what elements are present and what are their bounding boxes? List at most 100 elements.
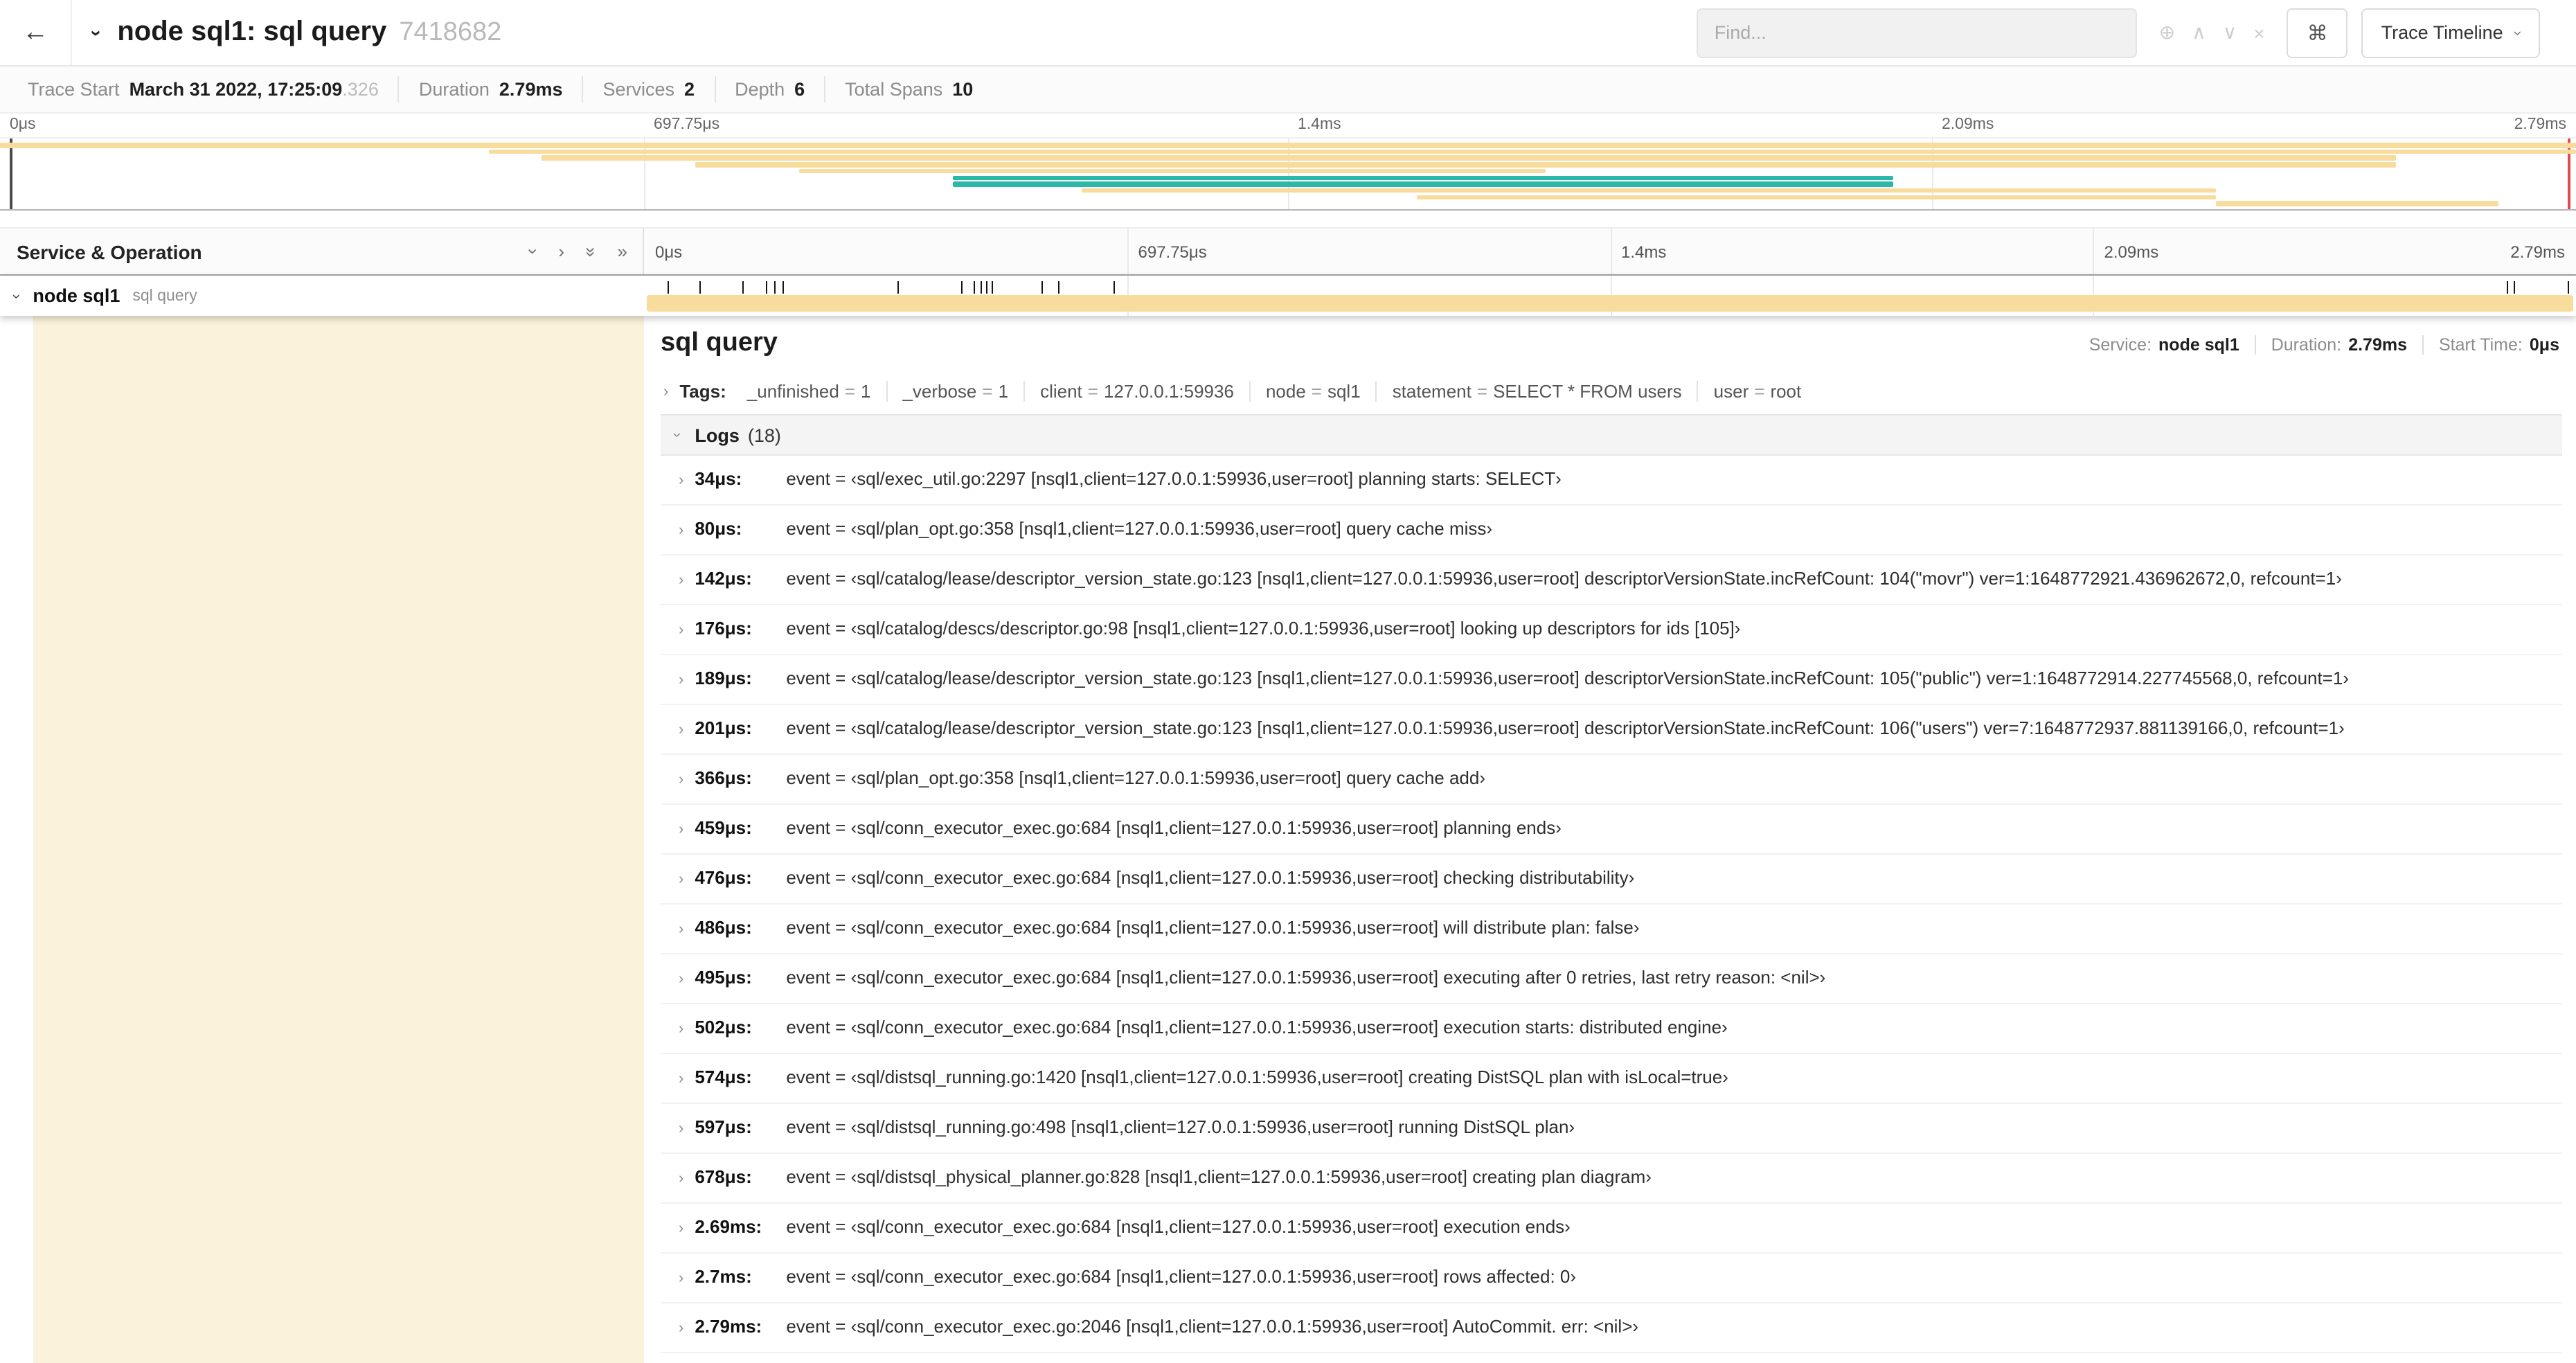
- span-row[interactable]: › node sql1 sql query: [0, 276, 2576, 316]
- minimap-ruler-label: 0μs: [10, 116, 36, 133]
- log-row[interactable]: › 486μs: event = ‹sql/conn_executor_exec.g…: [661, 905, 2562, 954]
- back-button[interactable]: ←: [0, 0, 72, 65]
- tag-key: client: [1040, 381, 1082, 402]
- span-detail-title: sql query: [661, 328, 778, 357]
- expand-one-icon[interactable]: ›: [558, 241, 564, 262]
- log-row[interactable]: › 678μs: event = ‹sql/distsql_physical_pla…: [661, 1154, 2562, 1204]
- trace-stat-item: Trace Start March 31 2022, 17:25:09.326: [8, 76, 398, 103]
- span-meta-item: Duration: 2.79ms: [2254, 335, 2407, 355]
- log-timestamp: 189μs:: [695, 668, 752, 688]
- minimap-span-bar: [798, 168, 1546, 174]
- minimap-ruler-label: 1.4ms: [1298, 116, 1341, 133]
- logs-footer-note: Log timestamps are relative to the start…: [661, 1353, 2562, 1363]
- locate-icon[interactable]: ⊕: [2151, 21, 2183, 44]
- stat-suffix: .326: [342, 79, 379, 100]
- log-event-tick: [699, 281, 701, 294]
- log-message: event = ‹sql/catalog/lease/descriptor_ve…: [786, 668, 2350, 688]
- chevron-right-icon: ›: [679, 871, 684, 888]
- log-row[interactable]: › 476μs: event = ‹sql/conn_executor_exec.g…: [661, 855, 2562, 905]
- span-meta-item: Service: node sql1: [2089, 335, 2239, 355]
- minimap-canvas[interactable]: [0, 137, 2576, 211]
- log-message: event = ‹sql/conn_executor_exec.go:684 […: [786, 967, 1826, 988]
- span-service-name: node sql1: [33, 285, 120, 306]
- trace-title-text: node sql1: sql query: [117, 17, 387, 47]
- log-row[interactable]: › 80μs: event = ‹sql/plan_opt.go:358 [nsql…: [661, 506, 2562, 555]
- log-row[interactable]: › 597μs: event = ‹sql/distsql_running.go:4…: [661, 1104, 2562, 1154]
- view-selector-label: Trace Timeline: [2381, 22, 2503, 43]
- minimap-ruler: 0μs 697.75μs 1.4ms 2.09ms 2.79ms: [0, 114, 2576, 137]
- span-duration-bar[interactable]: [647, 295, 2573, 312]
- log-row[interactable]: › 2.79ms: event = ‹sql/conn_executor_exec.…: [661, 1303, 2562, 1353]
- log-row[interactable]: › 142μs: event = ‹sql/catalog/lease/descri…: [661, 555, 2562, 605]
- log-row[interactable]: › 176μs: event = ‹sql/catalog/descs/descri…: [661, 605, 2562, 655]
- span-track[interactable]: [644, 276, 2576, 316]
- keyboard-shortcuts-button[interactable]: ⌘: [2287, 8, 2348, 57]
- log-row[interactable]: › 574μs: event = ‹sql/distsql_running.go:1…: [661, 1054, 2562, 1104]
- chevron-right-icon: ›: [679, 522, 684, 539]
- trace-expand-chevron-icon[interactable]: ›: [87, 29, 109, 35]
- chevron-right-icon: ›: [679, 1170, 684, 1187]
- trace-stat-item: Duration 2.79ms: [397, 76, 582, 103]
- log-message: event = ‹sql/conn_executor_exec.go:684 […: [786, 1216, 1571, 1237]
- collapse-all-icon[interactable]: »: [580, 247, 601, 256]
- back-arrow-icon: ←: [22, 17, 48, 46]
- log-message: event = ‹sql/distsql_running.go:498 [nsq…: [786, 1116, 1575, 1137]
- service-operation-header: Service & Operation › › » »: [0, 229, 644, 274]
- prev-result-icon[interactable]: ∧: [2183, 21, 2215, 44]
- trace-stat-item: Services 2: [582, 76, 715, 103]
- log-message: event = ‹sql/catalog/lease/descriptor_ve…: [786, 568, 2342, 589]
- log-row[interactable]: › 189μs: event = ‹sql/catalog/lease/descri…: [661, 655, 2562, 705]
- log-row[interactable]: › 366μs: event = ‹sql/plan_opt.go:358 [nsq…: [661, 755, 2562, 805]
- tag-key: _unfinished: [746, 381, 839, 402]
- tag-value: sql1: [1327, 381, 1361, 402]
- minimap-span-bar: [953, 181, 1894, 187]
- log-row[interactable]: › 2.7ms: event = ‹sql/conn_executor_exec.g…: [661, 1254, 2562, 1303]
- chevron-down-icon[interactable]: ›: [8, 293, 25, 298]
- find-input[interactable]: [1696, 8, 2137, 57]
- log-row[interactable]: › 2.69ms: event = ‹sql/conn_executor_exec.…: [661, 1204, 2562, 1254]
- meta-value: 2.79ms: [2348, 335, 2407, 355]
- tags-row[interactable]: › Tags: _unfinished = 1 _verbose = 1 client = 12…: [661, 368, 2562, 414]
- span-name-cell[interactable]: › node sql1 sql query: [0, 276, 644, 316]
- expand-all-icon[interactable]: »: [618, 241, 628, 262]
- log-timestamp: 2.79ms:: [695, 1316, 762, 1337]
- meta-label: Duration:: [2271, 335, 2342, 355]
- trace-view-selector[interactable]: Trace Timeline ›: [2361, 8, 2540, 57]
- span-meta-item: Start Time: 0μs: [2422, 335, 2559, 355]
- log-event-tick: [766, 281, 768, 294]
- span-operation-name: sql query: [132, 287, 197, 304]
- meta-value: 0μs: [2529, 335, 2559, 355]
- chevron-right-icon: ›: [679, 622, 684, 639]
- log-timestamp: 678μs:: [695, 1166, 752, 1187]
- chevron-right-icon: ›: [679, 921, 684, 938]
- log-timestamp: 142μs:: [695, 568, 752, 589]
- stat-value: March 31 2022, 17:25:09: [129, 79, 343, 100]
- log-row[interactable]: › 34μs: event = ‹sql/exec_util.go:2297 [ns…: [661, 456, 2562, 506]
- log-event-tick: [668, 281, 670, 294]
- tag-item: node = sql1: [1249, 381, 1376, 402]
- minimap-ruler-label: 697.75μs: [654, 116, 720, 133]
- tag-key: statement: [1392, 381, 1472, 402]
- stat-label: Depth: [735, 79, 785, 100]
- log-event-tick: [774, 281, 776, 294]
- chevron-right-icon: ›: [679, 1320, 684, 1337]
- log-event-tick: [981, 281, 982, 294]
- tag-key: node: [1265, 381, 1306, 402]
- clear-search-icon[interactable]: ×: [2245, 21, 2273, 44]
- tag-value: root: [1770, 381, 1802, 402]
- log-message: event = ‹sql/conn_executor_exec.go:684 […: [786, 1017, 1728, 1037]
- minimap-span-bar: [541, 155, 2396, 161]
- log-row[interactable]: › 201μs: event = ‹sql/catalog/lease/descri…: [661, 705, 2562, 755]
- stat-value: 6: [794, 79, 805, 100]
- trace-minimap: 0μs 697.75μs 1.4ms 2.09ms 2.79ms: [0, 114, 2576, 211]
- logs-header[interactable]: › Logs (18): [661, 414, 2562, 456]
- log-timestamp: 176μs:: [695, 618, 752, 639]
- tag-item: _unfinished = 1: [732, 381, 886, 402]
- collapse-one-icon[interactable]: ›: [523, 249, 544, 255]
- log-row[interactable]: › 495μs: event = ‹sql/conn_executor_exec.g…: [661, 954, 2562, 1004]
- tag-equals: =: [982, 381, 993, 402]
- log-row[interactable]: › 459μs: event = ‹sql/conn_executor_exec.g…: [661, 805, 2562, 855]
- next-result-icon[interactable]: ∨: [2215, 21, 2246, 44]
- viewport-start-handle[interactable]: [10, 139, 12, 209]
- log-row[interactable]: › 502μs: event = ‹sql/conn_executor_exec.g…: [661, 1004, 2562, 1054]
